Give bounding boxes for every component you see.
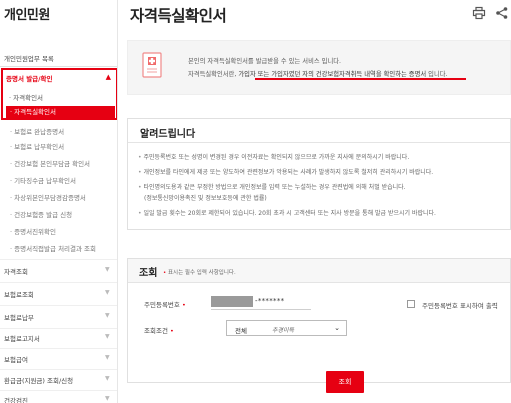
intro-highlight: 가입자 또는 가입자였던 자의 건강보험자격취득 내역을 확인하는 증명서 <box>238 71 427 78</box>
notice-item: • 타인명의도용과 같은 부정한 방법으로 개인정보를 입력 또는 누설하는 경… <box>138 184 406 191</box>
sidebar-category[interactable]: 보험료고지서 <box>4 333 40 343</box>
sidebar-subitem[interactable]: · 기타징수금 납부확인서 <box>10 175 76 185</box>
search-header: 조회 • 표시는 필수 입력 사항입니다. <box>128 259 510 283</box>
sidebar-category[interactable]: 보험급여 <box>4 354 28 364</box>
chevron-down-icon: ▼ <box>105 289 110 296</box>
print-icon[interactable] <box>472 6 486 20</box>
sidebar-subitem[interactable]: · 건강보험 본인부담금 확인서 <box>10 158 90 168</box>
sidebar-subitem[interactable]: · 차상위본인부담경감증명서 <box>10 192 86 202</box>
notice-item-note: (정보통신망이용촉진 및 정보보호등에 관한 법률) <box>144 195 267 202</box>
sidebar-divider <box>0 369 117 370</box>
sidebar-group-label[interactable]: 증명서 발급/확인 <box>6 73 53 83</box>
document-medical-icon <box>142 52 162 78</box>
rrn-masked-value <box>211 296 253 307</box>
sidebar-category[interactable]: 보험료납부 <box>4 312 34 322</box>
search-panel: 조회 • 표시는 필수 입력 사항입니다. 주민등록번호 • -******* … <box>127 258 511 393</box>
sidebar-divider <box>0 328 117 329</box>
sidebar-divider <box>0 348 117 349</box>
notice-divider <box>128 142 510 143</box>
sidebar-item-qualification-history[interactable]: · 자격득실확인서 <box>6 106 115 118</box>
share-icon[interactable] <box>495 6 509 20</box>
notice-panel: 알려드립니다 • 주민등록번호 또는 성명이 변경된 경우 이전자료는 확인되지… <box>127 118 511 230</box>
notice-title: 알려드립니다 <box>140 129 196 140</box>
rrn-underline <box>211 309 311 310</box>
sidebar-home-link[interactable]: 개인민원업무 목록 <box>4 53 54 63</box>
sidebar-group-certificates: 증명서 발급/확인 ▲ · 자격확인서 · 자격득실확인서 <box>1 68 117 120</box>
page-title: 자격득실확인서 <box>130 7 227 25</box>
intro-box: 본인의 자격득실확인서를 발급받을 수 있는 서비스 입니다. 자격득실확인서란… <box>127 40 511 95</box>
show-rrn-label[interactable]: 주민등록번호 표시하여 출력 <box>422 300 498 310</box>
required-note: • 표시는 필수 입력 사항입니다. <box>163 270 236 276</box>
rrn-label: 주민등록번호 • <box>144 301 186 309</box>
sidebar-subitem[interactable]: · 증명서진위확인 <box>10 226 56 236</box>
rrn-field[interactable]: -******* <box>255 297 284 305</box>
sidebar-subitem[interactable]: · 보험료 납부확인서 <box>10 141 64 151</box>
condition-select[interactable]: 전체 추경이득 ⌄ <box>226 320 347 336</box>
main-content: 자격득실확인서 본인의 자격득실확인서를 발급받을 수 있는 서비스 입니다. … <box>118 0 511 403</box>
sidebar-divider <box>0 259 117 260</box>
chevron-down-icon: ▼ <box>105 354 110 361</box>
search-title: 조회 <box>139 268 158 279</box>
sidebar-subitem[interactable]: · 보험료 완납증명서 <box>10 126 64 136</box>
chevron-down-icon: ▼ <box>105 395 110 402</box>
search-button[interactable]: 조회 <box>326 371 364 393</box>
sidebar-category[interactable]: 보험료조회 <box>4 289 34 299</box>
sidebar: 개인민원 개인민원업무 목록 증명서 발급/확인 ▲ · 자격확인서 · 자격득… <box>0 0 118 403</box>
show-rrn-checkbox[interactable] <box>407 300 415 308</box>
chevron-down-icon: ▼ <box>105 375 110 382</box>
sidebar-subitem[interactable]: · 증명서직접발급 처리결과 조회 <box>10 243 96 253</box>
sidebar-divider <box>0 305 117 306</box>
sidebar-category[interactable]: 환급금(지원금) 조회/신청 <box>4 375 73 385</box>
chevron-down-icon: ▼ <box>105 312 110 319</box>
sidebar-subitem[interactable]: · 건강보험증 발급 신청 <box>10 209 72 219</box>
chevron-down-icon: ⌄ <box>334 324 340 332</box>
sidebar-divider <box>0 282 117 283</box>
intro-text-line1: 본인의 자격득실확인서를 발급받을 수 있는 서비스 입니다. <box>188 58 342 65</box>
sidebar-title: 개인민원 <box>4 8 50 23</box>
sidebar-category[interactable]: 자격조회 <box>4 266 28 276</box>
condition-select-value: 전체 <box>235 327 247 335</box>
notice-item: • 개인정보를 타인에게 제공 또는 양도하여 관련정보가 악용되는 사례가 발… <box>138 169 434 176</box>
sidebar-divider <box>0 66 117 67</box>
chevron-down-icon: ▼ <box>105 266 110 273</box>
chevron-down-icon: ▼ <box>105 333 110 340</box>
condition-select-hint: 추경이득 <box>272 327 295 334</box>
chevron-up-icon[interactable]: ▲ <box>106 73 111 81</box>
sidebar-item-eligibility[interactable]: · 자격확인서 <box>9 92 43 102</box>
highlight-underline <box>255 78 466 80</box>
sidebar-divider <box>0 390 117 391</box>
sidebar-category[interactable]: 건강검진 <box>4 395 28 403</box>
notice-item: • 일일 발급 횟수는 20회로 제한되어 있습니다. 20회 초과 시 고객센… <box>138 210 436 217</box>
notice-item: • 주민등록번호 또는 성명이 변경된 경우 이전자료는 확인되지 않으므로 가… <box>138 154 410 161</box>
condition-label: 조회조건 • <box>144 327 174 335</box>
intro-text-line2: 자격득실확인서란, 가입자 또는 가입자였던 자의 건강보험자격취득 내역을 확… <box>188 71 448 78</box>
